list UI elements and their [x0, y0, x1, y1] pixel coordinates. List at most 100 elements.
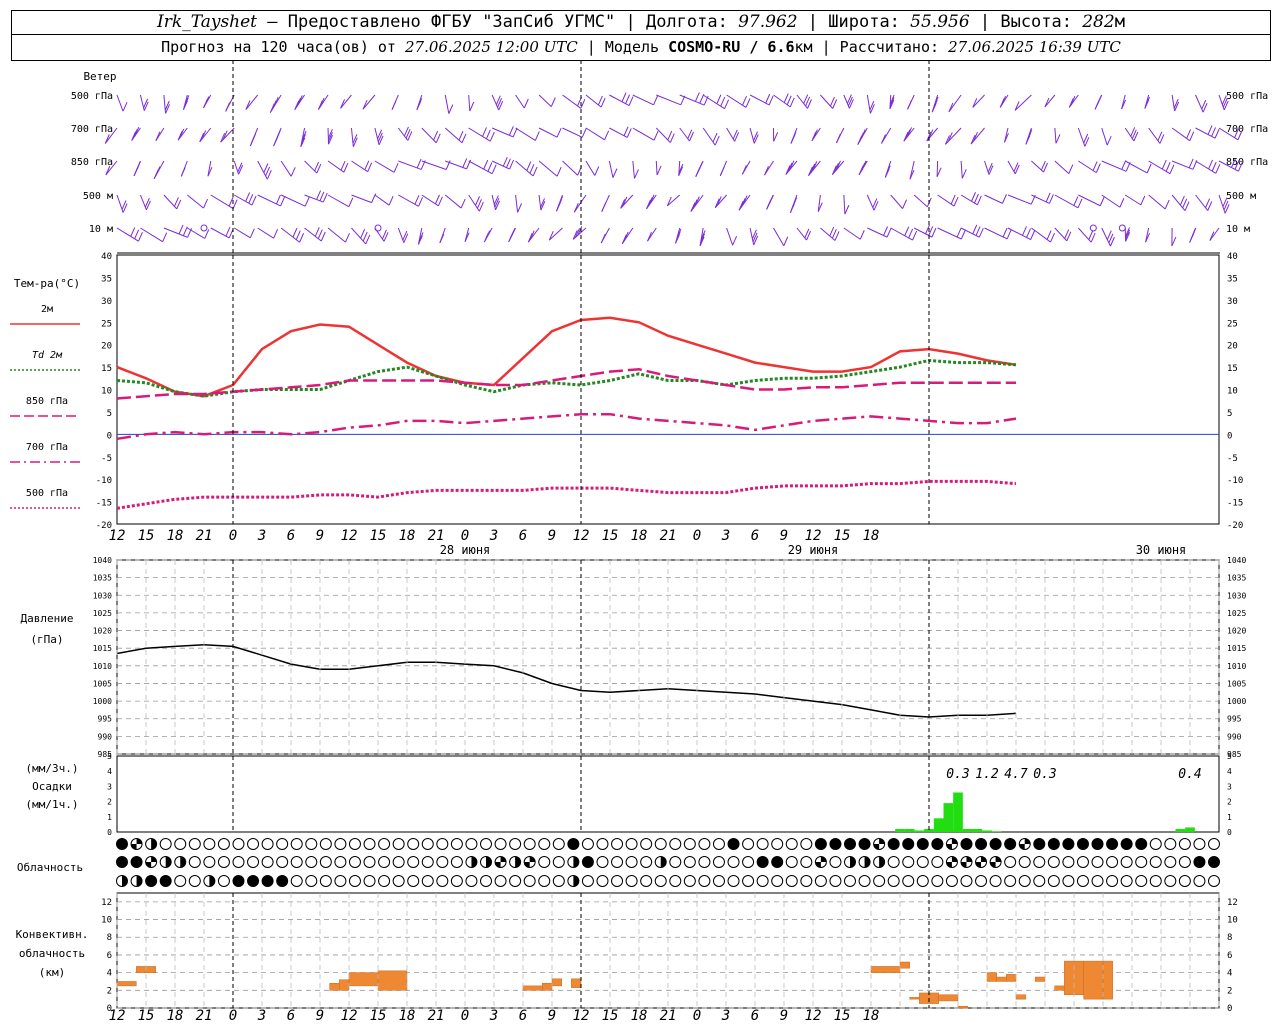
cloud-cover-quarter	[879, 838, 885, 844]
cloud-cover-circle	[1004, 838, 1017, 850]
cloud-cover-circle	[1149, 875, 1162, 887]
wind-barb-feather	[1164, 199, 1170, 210]
wind-barb-feather	[869, 104, 875, 114]
wind-level-label-right: 10 м	[1226, 224, 1250, 235]
wind-barb	[163, 94, 167, 114]
temperature-series-line	[116, 412, 1017, 441]
convective-cloud-bar	[909, 997, 920, 1000]
wind-barb	[327, 227, 346, 243]
pressure-ytick-left: 1020	[93, 627, 112, 636]
bottom-hour-tick-label: 21	[428, 1008, 445, 1024]
cloud-cover-circle	[276, 875, 289, 887]
bottom-hour-tick-label: 6	[751, 1008, 759, 1024]
wind-barb	[1077, 227, 1092, 243]
hour-tick-label: 3	[257, 528, 266, 544]
convective-cloud-bar	[377, 970, 408, 991]
cloud-cover-circle	[1106, 875, 1119, 887]
cloud-cover-circle	[931, 856, 944, 868]
wind-barb-feather	[469, 101, 475, 112]
cloud-cover-circle	[1106, 838, 1119, 850]
wind-barb	[945, 127, 962, 145]
wind-barb-feather	[550, 97, 556, 107]
cloud-cover-quarter	[151, 856, 157, 862]
cloud-cover-circle	[1178, 856, 1191, 868]
temperature-ytick-right: 0	[1227, 431, 1232, 441]
cloud-cover-circle	[348, 856, 361, 868]
precip-ytick-left: 3	[107, 782, 112, 791]
hour-tick-label: 9	[548, 528, 556, 544]
cloud-cover-half	[850, 856, 856, 868]
wind-barb	[1031, 160, 1044, 173]
wind-barb-feather	[600, 97, 606, 108]
bottom-hour-tick-label: 18	[399, 1008, 416, 1024]
wind-barb	[538, 194, 542, 211]
precip-3h-total: 1.2	[975, 767, 999, 782]
temperature-ytick-left: 10	[101, 387, 112, 397]
cloud-cover-quarter	[815, 862, 821, 868]
temperature-ytick-left: 40	[101, 252, 112, 262]
bottom-hour-tick-label: 3	[489, 1008, 498, 1024]
cloud-cover-circle	[203, 838, 216, 850]
wind-barb-feather	[623, 126, 629, 136]
cloud-cover-circle	[581, 838, 594, 850]
wind-barb-feather	[834, 231, 840, 241]
wind-barb	[177, 127, 188, 141]
wind-barb	[632, 127, 655, 141]
wind-barb-feather	[487, 162, 493, 172]
cloud-cover-circle	[1135, 856, 1148, 868]
wind-barb-feather	[391, 100, 397, 110]
wind-barb	[984, 194, 1003, 204]
bottom-hour-tick-label: 0	[229, 1008, 237, 1024]
pressure-ytick-left: 995	[98, 715, 113, 724]
convective-ytick-left: 2	[107, 986, 112, 996]
wind-barb-feather	[378, 135, 384, 146]
bottom-hour-tick-label: 6	[287, 1008, 295, 1024]
hour-tick-label: 15	[138, 528, 155, 544]
wind-barb	[340, 94, 352, 109]
cloud-cover-circle	[742, 856, 755, 868]
cloud-cover-circle	[480, 838, 492, 850]
cloud-cover-circle	[247, 856, 260, 868]
wind-level-label-left: 500 м	[83, 191, 113, 202]
wind-barb	[572, 227, 587, 240]
day-label: 29 июня	[788, 543, 839, 557]
wind-barb-feather	[752, 232, 758, 243]
wind-barb	[632, 160, 635, 179]
cloud-cover-circle	[130, 856, 143, 868]
pressure-ytick-right: 1020	[1227, 627, 1246, 636]
bottom-hour-tick-label: 18	[863, 1008, 880, 1024]
cloud-cover-circle	[509, 838, 522, 850]
cloud-cover-circle	[931, 838, 944, 850]
cloud-cover-circle	[188, 856, 201, 868]
wind-barb-feather	[628, 96, 634, 106]
cloud-cover-quarter	[951, 838, 958, 844]
wind-barb-feather	[732, 236, 738, 246]
wind-barb-feather	[972, 224, 978, 235]
meteogram-chart: Ветер 500 гПа 500 гПа 700 гПа 700 гПа 850 гПа…	[10, 60, 1268, 1024]
precip-ytick-left: 0	[107, 828, 112, 837]
wind-barb-feather	[448, 104, 454, 114]
cloud-cover-circle	[683, 875, 696, 887]
cloud-cover-circle	[1076, 875, 1089, 887]
wind-barb-feather	[1045, 192, 1051, 203]
cloud-cover-circle	[1062, 838, 1075, 850]
cloud-cover-circle	[1208, 856, 1220, 868]
cloud-cover-quarter	[495, 862, 501, 868]
cloud-cover-circle	[829, 838, 842, 850]
cloud-cover-quarter	[524, 862, 530, 868]
wind-barb-feather	[860, 129, 866, 139]
wind-barb-feather	[768, 95, 774, 106]
cloud-cover-circle	[232, 875, 245, 887]
wind-barb-feather	[1189, 131, 1195, 141]
wind-level-label-left: 500 гПа	[71, 91, 113, 102]
cloud-cover-half	[515, 856, 521, 868]
cloud-cover-circle	[217, 838, 230, 850]
wind-barb-feather	[1001, 194, 1007, 204]
convective-cloud-bar	[1054, 985, 1065, 991]
wind-barb-feather	[348, 197, 354, 207]
wind-barb	[1101, 127, 1108, 146]
cloud-cover-half	[122, 875, 128, 887]
cloud-cover-circle	[1076, 856, 1089, 868]
cloud-cover-circle	[712, 875, 725, 887]
wind-barb	[538, 160, 558, 177]
